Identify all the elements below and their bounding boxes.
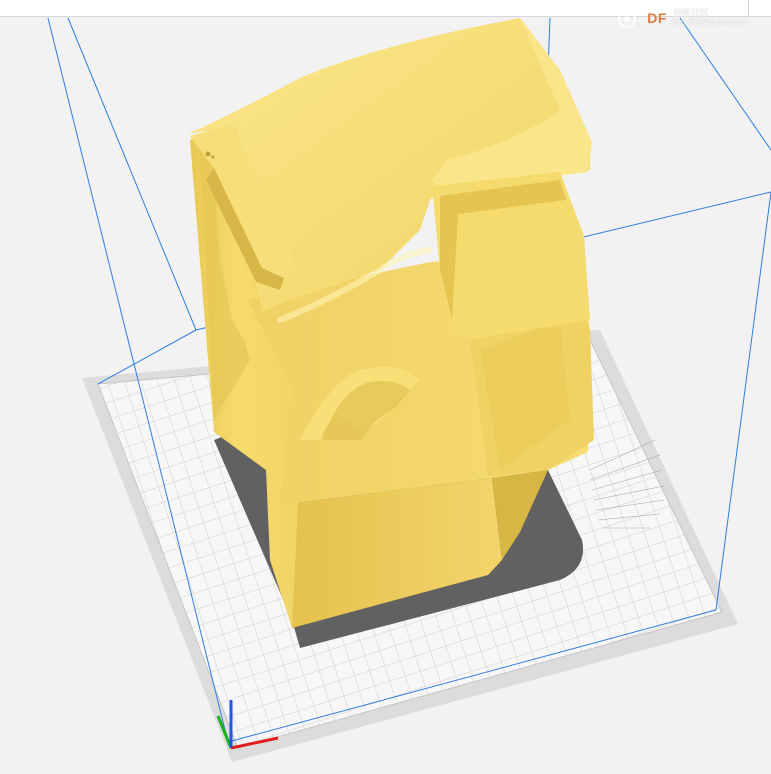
dfrobot-logo-icon [615,8,641,28]
watermark-text: 创客社区 mc.dfrobot.com.cn [673,9,747,27]
watermark: DF 创客社区 mc.dfrobot.com.cn [615,6,747,30]
watermark-brand: DF [647,10,667,26]
watermark-line-2: mc.dfrobot.com.cn [672,17,747,27]
scene-canvas[interactable] [0,0,771,774]
3d-viewport[interactable]: DF 创客社区 mc.dfrobot.com.cn [0,0,771,774]
